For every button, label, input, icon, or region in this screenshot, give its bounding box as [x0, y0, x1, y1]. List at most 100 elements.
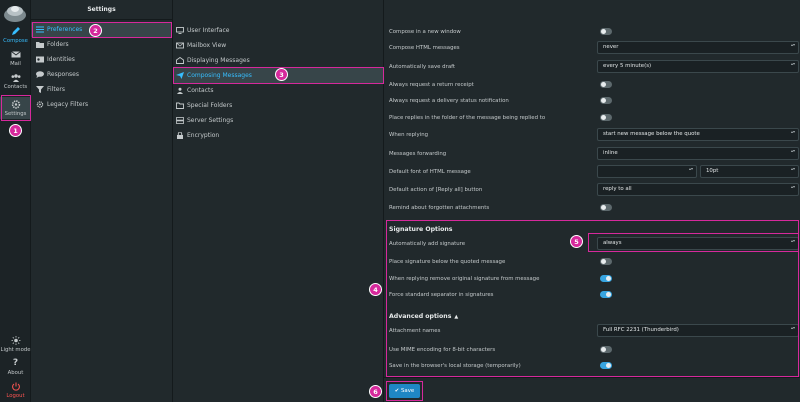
folder-icon — [36, 42, 44, 48]
local-storage-toggle[interactable] — [600, 362, 612, 369]
question-icon: ? — [12, 358, 19, 368]
chevron-up-icon: ▲ — [454, 314, 459, 320]
settings-item-filters[interactable]: Filters — [31, 82, 172, 97]
return-receipt-toggle[interactable] — [600, 81, 612, 88]
section-mailbox-view[interactable]: Mailbox View — [173, 38, 383, 53]
compose-html-select[interactable]: never — [597, 41, 799, 54]
compose-new-window-toggle[interactable] — [600, 28, 612, 35]
row-autosave: Automatically save draft every 5 minute(… — [389, 59, 799, 75]
step-badge: 1 — [9, 124, 22, 137]
row-compose-new-window: Compose in a new window — [389, 24, 799, 40]
save-bar: ✔ Save — [384, 377, 800, 402]
row-reply-all: Default action of [Reply all] button rep… — [389, 182, 799, 198]
row-remind-attachments: Remind about forgotten attachments — [389, 200, 799, 216]
field-label: Place replies in the folder of the messa… — [389, 115, 546, 121]
row-default-font: Default font of HTML message 10pt — [389, 164, 799, 180]
advanced-options-heading[interactable]: Advanced options ▲ — [389, 313, 458, 320]
row-when-replying: When replying start new message below th… — [389, 127, 799, 143]
section-special-folders[interactable]: Special Folders — [173, 98, 383, 113]
field-label: Default action of [Reply all] button — [389, 187, 483, 193]
settings-item-label: Legacy Filters — [47, 101, 89, 108]
logout-label: Logout — [6, 393, 25, 399]
check-icon: ✔ — [394, 388, 400, 394]
field-label: Automatically save draft — [389, 64, 456, 70]
font-size-select[interactable]: 10pt — [700, 165, 799, 178]
settings-item-label: Identities — [47, 56, 75, 63]
lock-icon — [177, 132, 183, 139]
section-user-interface[interactable]: User Interface — [173, 23, 383, 38]
settings-item-folders[interactable]: Folders — [31, 37, 172, 52]
place-replies-toggle[interactable] — [600, 114, 612, 121]
field-label: Save in the browser's local storage (tem… — [389, 363, 521, 369]
mime-encoding-toggle[interactable] — [600, 346, 612, 353]
mail-label: Mail — [10, 61, 21, 67]
row-auto-signature: Automatically add signature always — [389, 236, 799, 252]
save-button[interactable]: ✔ Save — [389, 384, 420, 398]
light-mode-button[interactable]: Light mode — [0, 336, 31, 353]
section-displaying-messages[interactable]: Displaying Messages — [173, 53, 383, 68]
step-badge: 3 — [275, 68, 288, 81]
field-label: When replying remove original signature … — [389, 276, 540, 282]
mail-button[interactable]: Mail — [0, 50, 31, 67]
field-label: Messages forwarding — [389, 151, 447, 157]
id-card-icon — [36, 56, 44, 63]
settings-item-legacy-filters[interactable]: Legacy Filters — [31, 97, 172, 112]
section-label: User Interface — [187, 27, 230, 34]
about-button[interactable]: ? About — [0, 358, 31, 377]
field-label: Force standard separator in signatures — [389, 292, 494, 298]
comment-icon — [36, 71, 44, 78]
compose-label: Compose — [3, 38, 28, 44]
section-contacts[interactable]: Contacts — [173, 83, 383, 98]
gear-icon — [11, 100, 20, 109]
settings-item-responses[interactable]: Responses — [31, 67, 172, 82]
composing-form: Compose in a new window Compose HTML mes… — [384, 0, 800, 402]
row-delivery-notification: Always request a delivery status notific… — [389, 93, 799, 109]
remove-sig-toggle[interactable] — [600, 275, 612, 282]
power-icon — [11, 382, 20, 391]
autosave-select[interactable]: every 5 minute(s) — [597, 60, 799, 73]
logout-button[interactable]: Logout — [0, 382, 31, 399]
settings-item-identities[interactable]: Identities — [31, 52, 172, 67]
forwarding-select[interactable]: inline — [597, 147, 799, 160]
contacts-button[interactable]: Contacts — [0, 73, 31, 90]
sliders-icon — [36, 26, 44, 33]
row-attachment-names: Attachment names Full RFC 2231 (Thunderb… — [389, 323, 799, 339]
folder-icon — [176, 102, 184, 109]
attachment-names-select[interactable]: Full RFC 2231 (Thunderbird) — [597, 324, 799, 337]
save-label: Save — [401, 388, 415, 394]
delivery-notification-toggle[interactable] — [600, 97, 612, 104]
left-rail: Compose Mail Contacts Settings Light mod… — [0, 0, 31, 402]
settings-item-label: Filters — [47, 86, 65, 93]
section-server-settings[interactable]: Server Settings — [173, 113, 383, 128]
remind-attachments-toggle[interactable] — [600, 204, 612, 211]
force-separator-toggle[interactable] — [600, 291, 612, 298]
settings-button[interactable]: Settings — [0, 97, 31, 119]
users-icon — [177, 87, 183, 94]
row-local-storage: Save in the browser's local storage (tem… — [389, 358, 799, 374]
field-label: Automatically add signature — [389, 241, 466, 247]
when-replying-select[interactable]: start new message below the quote — [597, 128, 799, 141]
row-forwarding: Messages forwarding inline — [389, 146, 799, 162]
section-encryption[interactable]: Encryption — [173, 128, 383, 143]
compose-button[interactable]: Compose — [0, 27, 31, 44]
auto-signature-select[interactable]: always — [597, 237, 799, 250]
contacts-label: Contacts — [3, 84, 28, 90]
step-badge: 6 — [369, 385, 382, 398]
section-label: Composing Messages — [187, 72, 252, 79]
step-badge: 2 — [89, 24, 102, 37]
section-label: Encryption — [187, 132, 220, 139]
row-remove-sig: When replying remove original signature … — [389, 271, 799, 287]
step-badge: 5 — [570, 235, 583, 248]
advanced-options-label: Advanced options — [389, 313, 452, 320]
sig-below-quote-toggle[interactable] — [600, 258, 612, 265]
reply-all-select[interactable]: reply to all — [597, 183, 799, 196]
field-label: Always request a return receipt — [389, 82, 474, 88]
field-label: Default font of HTML message — [389, 169, 471, 175]
filter-icon — [36, 86, 44, 93]
users-icon — [11, 74, 20, 82]
settings-item-label: Responses — [47, 71, 79, 78]
section-label: Special Folders — [187, 102, 233, 109]
row-sig-below-quote: Place signature below the quoted message — [389, 254, 799, 270]
font-family-select[interactable] — [597, 165, 697, 178]
settings-title: Settings — [31, 0, 172, 20]
